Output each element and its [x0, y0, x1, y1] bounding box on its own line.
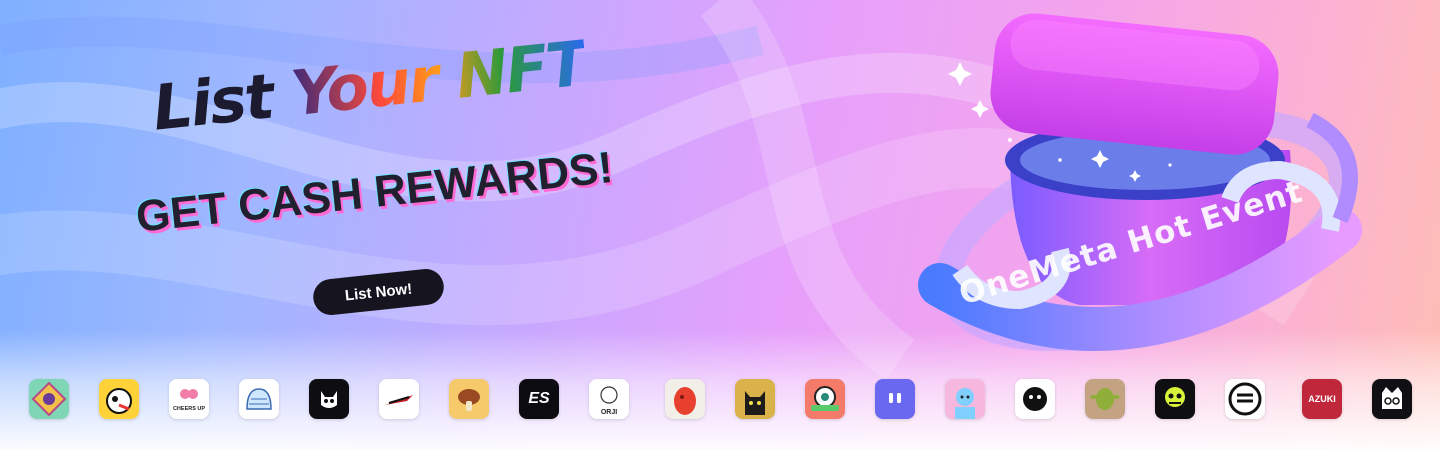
- collection-logo-row: CHEERS UP ES ORJI AZUKI: [0, 379, 1440, 421]
- logo-text-es: ES: [528, 390, 550, 407]
- nft-logo-20[interactable]: [1372, 379, 1412, 419]
- nft-logo-17[interactable]: [1155, 379, 1195, 419]
- nft-logo-14[interactable]: [945, 379, 985, 419]
- nft-logo-6[interactable]: [379, 379, 419, 419]
- nft-logo-orji[interactable]: ORJI: [589, 379, 629, 419]
- logo-text-orji: ORJI: [601, 409, 617, 416]
- nft-logo-10[interactable]: [665, 379, 705, 419]
- nft-logo-12[interactable]: [805, 379, 845, 419]
- logo-text-cheers-up: CHEERS UP: [173, 406, 205, 412]
- nft-logo-13[interactable]: [875, 379, 915, 419]
- nft-logo-18[interactable]: [1225, 379, 1265, 419]
- nft-logo-16[interactable]: [1085, 379, 1125, 419]
- headline-part-1: List: [149, 59, 276, 145]
- nft-logo-2[interactable]: [99, 379, 139, 419]
- nft-logo-4[interactable]: [239, 379, 279, 419]
- nft-logo-11[interactable]: [735, 379, 775, 419]
- nft-logo-5[interactable]: [309, 379, 349, 419]
- nft-logo-es[interactable]: ES: [519, 379, 559, 419]
- nft-logo-15[interactable]: [1015, 379, 1055, 419]
- gift-box-illustration: OneMeta Hot Event: [900, 0, 1440, 380]
- nft-logo-azuki[interactable]: AZUKI: [1302, 379, 1342, 419]
- logo-text-azuki: AZUKI: [1308, 394, 1336, 404]
- nft-logo-7[interactable]: [449, 379, 489, 419]
- nft-logo-1[interactable]: [29, 379, 69, 419]
- promo-banner[interactable]: List Your NFT GET CASH REWARDS! List Now…: [0, 0, 1440, 450]
- nft-logo-cheers-up[interactable]: CHEERS UP: [169, 379, 209, 419]
